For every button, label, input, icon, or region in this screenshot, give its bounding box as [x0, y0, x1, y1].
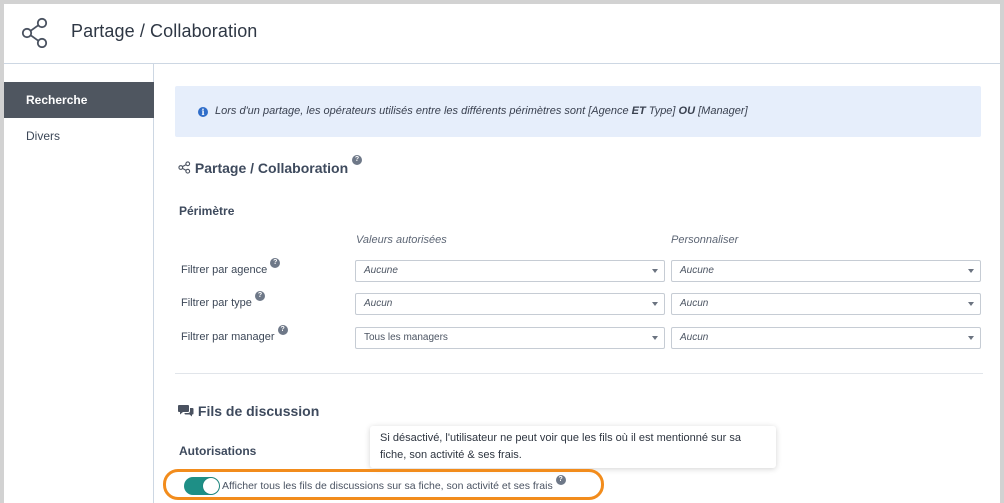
subsection-perimetre: Périmètre	[179, 204, 235, 218]
section-divider	[175, 373, 983, 374]
help-icon[interactable]: ?	[254, 291, 265, 301]
sidebar-item-recherche[interactable]: Recherche	[4, 82, 154, 118]
page-title: Partage / Collaboration	[71, 21, 258, 41]
main-content: i Lors d'un partage, les opérateurs util…	[154, 64, 1000, 503]
row-label-type: Filtrer par type ?	[181, 291, 265, 309]
help-icon[interactable]: ?	[555, 475, 566, 485]
section-title-threads: Fils de discussion	[178, 403, 319, 419]
column-header-allowed: Valeurs autorisées	[356, 234, 447, 246]
select-type-allowed[interactable]: Aucun	[355, 293, 665, 315]
threads-visibility-toggle[interactable]	[184, 477, 220, 495]
sidebar: Recherche Divers	[4, 64, 154, 503]
chevron-down-icon	[968, 269, 974, 273]
select-agence-allowed[interactable]: Aucune	[355, 260, 665, 282]
info-icon: i	[198, 107, 208, 117]
row-label-manager: Filtrer par manager ?	[181, 325, 288, 343]
help-icon[interactable]: ?	[277, 325, 288, 335]
chevron-down-icon	[652, 336, 658, 340]
select-manager-allowed[interactable]: Tous les managers	[355, 327, 665, 349]
help-icon[interactable]: ?	[270, 258, 281, 268]
toggle-label: Afficher tous les fils de discussions su…	[222, 475, 566, 492]
chevron-down-icon	[652, 269, 658, 273]
share-icon	[178, 161, 191, 174]
subsection-autorisations: Autorisations	[179, 444, 257, 458]
chevron-down-icon	[968, 302, 974, 306]
tooltip: Si désactivé, l'utilisateur ne peut voir…	[370, 426, 776, 468]
select-manager-custom[interactable]: Aucun	[671, 327, 981, 349]
app-window: Partage / Collaboration Recherche Divers…	[0, 0, 1004, 503]
section-title-share-label: Partage / Collaboration	[194, 160, 349, 176]
column-header-custom: Personnaliser	[671, 234, 739, 246]
section-title-threads-label: Fils de discussion	[197, 403, 320, 419]
info-text: Lors d'un partage, les opérateurs utilis…	[215, 105, 748, 117]
select-type-custom[interactable]: Aucun	[671, 293, 981, 315]
section-title-share: Partage / Collaboration ?	[178, 155, 363, 176]
share-icon	[21, 17, 48, 48]
toggle-knob	[203, 478, 219, 494]
chat-bubbles-icon	[178, 405, 194, 417]
select-agence-custom[interactable]: Aucune	[671, 260, 981, 282]
row-label-agence: Filtrer par agence ?	[181, 258, 281, 276]
help-icon[interactable]: ?	[352, 155, 363, 165]
chevron-down-icon	[652, 302, 658, 306]
sidebar-item-divers[interactable]: Divers	[4, 118, 154, 154]
top-bar: Partage / Collaboration	[4, 4, 1000, 64]
chevron-down-icon	[968, 336, 974, 340]
info-banner: i Lors d'un partage, les opérateurs util…	[175, 86, 981, 137]
